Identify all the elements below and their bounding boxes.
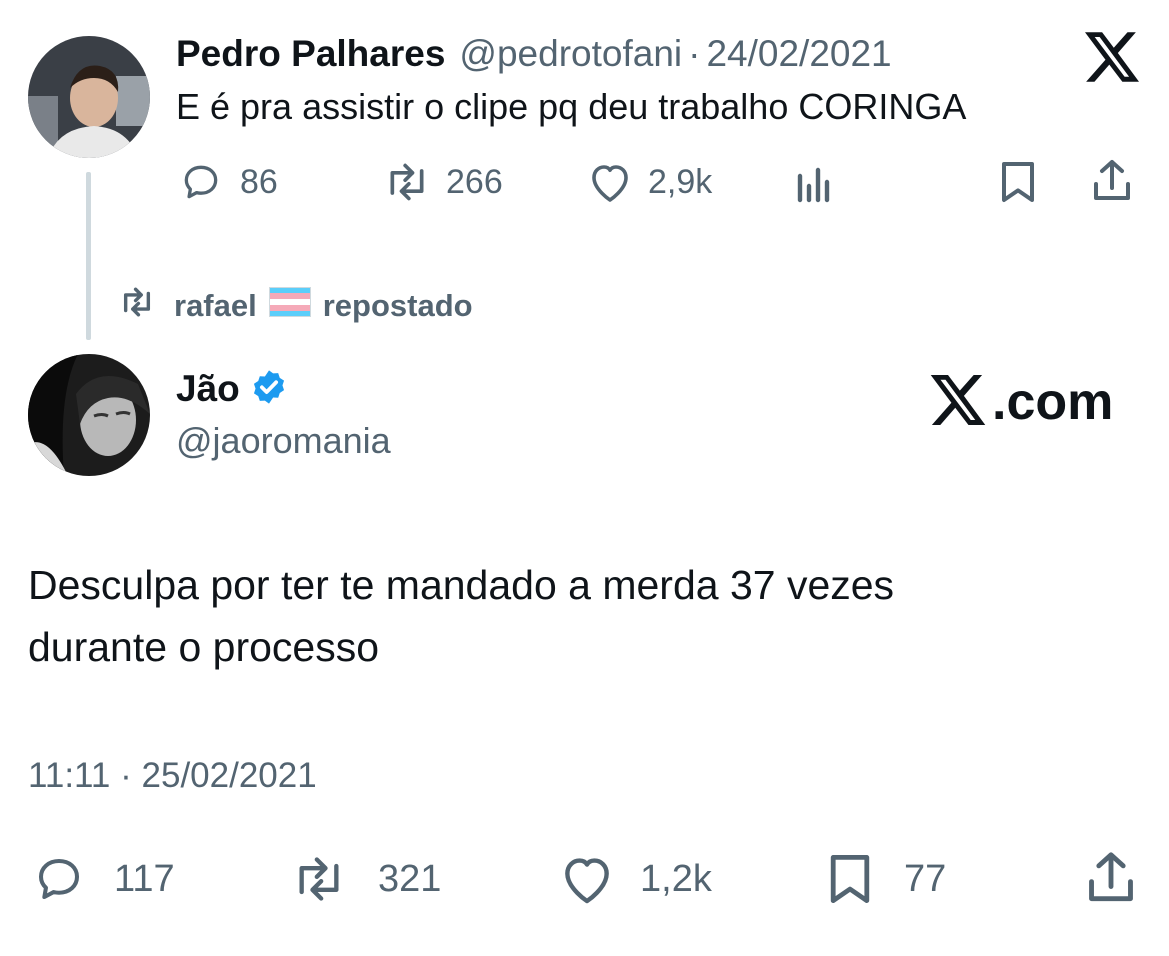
reply-button[interactable]: 117 [30, 852, 175, 906]
repost-button[interactable]: 266 [380, 160, 503, 204]
repost-icon [116, 285, 158, 327]
tweet-time: 11:11 [28, 756, 111, 795]
share-icon [1084, 850, 1138, 906]
repost-count: 266 [446, 162, 503, 201]
bookmark-icon [998, 160, 1038, 204]
avatar-jao[interactable] [28, 354, 150, 476]
x-logo-icon [930, 374, 986, 430]
share-button[interactable] [1084, 850, 1138, 906]
verified-badge-icon [250, 368, 288, 411]
tweet-timestamp[interactable]: 11:11 · 25/02/2021 [28, 756, 317, 796]
tweet-text-line-1: Desculpa por ter te mandado a merda 37 v… [28, 562, 895, 608]
x-logo-icon[interactable] [1085, 32, 1139, 82]
bookmark-count: 77 [904, 857, 947, 900]
brand-text: .com [992, 373, 1114, 431]
author-name[interactable]: Jão [176, 368, 240, 410]
tweet-date[interactable]: 24/02/2021 [706, 33, 891, 75]
like-button[interactable]: 2,9k [584, 160, 712, 204]
tweet-text-line-2: durante o processo [28, 624, 380, 670]
reposter-name[interactable]: rafael [174, 288, 257, 324]
tweet-text: E é pra assistir o clipe pq deu trabalho… [176, 86, 967, 127]
author-name[interactable]: Pedro Palhares [176, 33, 445, 75]
trans-flag-icon [268, 287, 311, 325]
tweet-text: Desculpa por ter te mandado a merda 37 v… [28, 554, 894, 678]
bookmark-icon [826, 852, 874, 906]
author-handle[interactable]: @jaoromania [176, 420, 391, 462]
reply-count: 86 [240, 162, 278, 201]
like-count: 1,2k [640, 857, 712, 900]
avatar-pedro[interactable] [28, 36, 150, 158]
like-count: 2,9k [648, 162, 713, 201]
reply-count: 117 [114, 857, 175, 900]
heart-icon [556, 852, 618, 906]
separator-dot: · [120, 756, 132, 795]
reply-button[interactable]: 86 [178, 160, 278, 204]
repost-button[interactable]: 321 [286, 852, 441, 906]
repost-banner[interactable]: rafael repostado [116, 286, 473, 326]
tweet-date: 25/02/2021 [141, 756, 317, 795]
x-com-brand[interactable] [930, 372, 986, 432]
reply-icon [178, 160, 224, 204]
share-button[interactable] [1090, 158, 1134, 204]
share-icon [1090, 158, 1134, 204]
repost-icon [286, 853, 352, 905]
separator-dot: · [688, 33, 701, 74]
bookmark-button[interactable] [998, 160, 1038, 204]
analytics-icon [794, 164, 834, 204]
like-button[interactable]: 1,2k [556, 852, 712, 906]
repost-icon [380, 160, 434, 204]
repost-label: repostado [322, 288, 473, 323]
views-button[interactable] [794, 162, 834, 206]
heart-icon [584, 160, 636, 204]
reply-icon [30, 852, 88, 906]
bookmark-button[interactable]: 77 [826, 852, 946, 906]
thread-line [86, 172, 91, 340]
repost-count: 321 [378, 857, 442, 900]
author-handle[interactable]: @pedrotofani [459, 33, 682, 75]
